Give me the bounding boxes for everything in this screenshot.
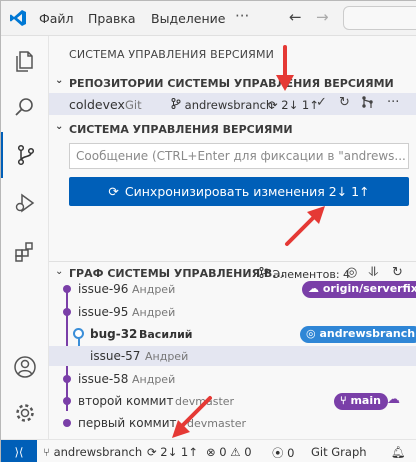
title-bar: Файл Правка Выделение ··· ← →	[1, 1, 416, 36]
sync-changes-button[interactable]: ⟳ Синхронизировать изменения 2↓ 1↑	[69, 177, 409, 206]
status-ports[interactable]: ⦿ 0	[272, 445, 294, 461]
remote-indicator-icon[interactable]: ⟩⟨	[1, 440, 37, 462]
commit-row[interactable]: issue-95 Андрей	[49, 302, 416, 322]
chevron-down-icon: ⌄	[55, 75, 64, 86]
settings-gear-icon[interactable]	[1, 390, 49, 436]
git-graph-icon[interactable]	[361, 95, 375, 113]
menu-more-button[interactable]: ···	[235, 7, 249, 25]
commit-dot	[63, 308, 71, 316]
explorer-icon[interactable]	[1, 38, 49, 84]
vscode-window: Файл Правка Выделение ··· ← → СИСТЕМА УП…	[0, 0, 416, 462]
repo-branch[interactable]: andrewsbranch	[171, 98, 273, 112]
commit-check-icon[interactable]: ✓	[316, 95, 327, 110]
commit-dot	[63, 285, 71, 293]
status-sync[interactable]: ⟳ 2↓ 1↑	[147, 445, 198, 459]
forward-arrow-icon[interactable]: →	[316, 8, 329, 26]
account-icon[interactable]	[1, 344, 49, 390]
more-actions-icon[interactable]: ···	[387, 95, 399, 110]
commit-dot	[63, 397, 71, 405]
back-arrow-icon[interactable]: ←	[289, 8, 302, 26]
menu-edit[interactable]: Правка	[88, 11, 136, 26]
repositories-section-header[interactable]: ⌄ РЕПОЗИТОРИИ СИСТЕМЫ УПРАВЛЕНИЯ ВЕРСИЯМ…	[49, 73, 416, 93]
status-branch[interactable]: ⑂ andrewsbranch	[43, 445, 142, 459]
source-control-sidebar: СИСТЕМА УПРАВЛЕНИЯ ВЕРСИЯМИ ⌄ РЕПОЗИТОРИ…	[49, 36, 416, 439]
repository-row[interactable]: coldevex Git andrewsbranch ⟳ 2↓ 1↑ ✓ ↻ ·…	[49, 93, 416, 115]
current-commit-dot	[73, 328, 84, 339]
commit-row[interactable]: первый коммит devmaster	[49, 413, 416, 433]
command-center-search[interactable]	[343, 6, 416, 30]
source-control-icon[interactable]	[1, 132, 49, 178]
activity-bar	[1, 36, 49, 439]
sync-icon: ⟳	[108, 184, 119, 199]
vscode-logo-icon	[10, 10, 26, 26]
repo-kind: Git	[125, 98, 142, 112]
commit-row[interactable]: issue-58 Андрей	[49, 369, 416, 389]
extensions-icon[interactable]	[1, 228, 49, 274]
notifications-bell-icon[interactable]: 🔔︎	[391, 445, 406, 459]
remote-branch-badge: ☁ origin/serverfix	[302, 281, 416, 298]
repo-name: coldevex	[69, 97, 125, 112]
scm-section-header[interactable]: ⌄ СИСТЕМА УПРАВЛЕНИЯ ВЕРСИЯМИ	[49, 119, 416, 139]
run-debug-icon[interactable]	[1, 180, 49, 226]
commit-row[interactable]: bug-32 Василий ◎ andrewsbranch	[49, 324, 416, 344]
target-icon[interactable]: ◎	[346, 265, 357, 280]
refresh-icon[interactable]: ↻	[339, 95, 350, 110]
commit-dot	[63, 419, 71, 427]
search-icon[interactable]	[1, 84, 49, 130]
branch-icon	[259, 267, 269, 278]
annotation-arrow-down-icon	[276, 45, 294, 91]
annotation-arrow-downleft-icon	[172, 396, 212, 438]
local-branch-badge: ⑂ main	[334, 393, 388, 410]
chevron-down-icon: ⌄	[55, 266, 64, 277]
branch-icon	[171, 98, 181, 109]
commit-row[interactable]: issue-96 Андрей ☁ origin/serverfix	[49, 279, 416, 299]
status-problems[interactable]: ⊗ 0 ⚠ 0	[206, 445, 252, 459]
annotation-arrow-upright-icon	[285, 206, 325, 246]
cloud-icon: ☁	[387, 392, 400, 407]
commit-row-selected[interactable]: issue-57 Андрей	[49, 346, 416, 366]
fetch-icon[interactable]: ⥥	[369, 265, 378, 280]
commit-dot	[63, 375, 71, 383]
status-git-graph[interactable]: Git Graph	[311, 445, 367, 459]
refresh-icon[interactable]: ↻	[392, 265, 403, 280]
commit-message-input[interactable]: Сообщение (CTRL+Enter для фиксации в "an…	[69, 143, 409, 169]
sidebar-title: СИСТЕМА УПРАВЛЕНИЯ ВЕРСИЯМИ	[69, 48, 275, 61]
repo-sync-status[interactable]: ⟳ 2↓ 1↑	[268, 98, 319, 112]
sync-icon: ⟳	[268, 98, 278, 112]
menu-selection[interactable]: Выделение	[151, 11, 225, 26]
menu-file[interactable]: Файл	[39, 11, 74, 26]
chevron-down-icon: ⌄	[55, 121, 64, 132]
commit-row[interactable]: второй коммит devmaster ⑂ main ☁	[49, 391, 416, 411]
current-branch-badge: ◎ andrewsbranch	[300, 326, 416, 343]
